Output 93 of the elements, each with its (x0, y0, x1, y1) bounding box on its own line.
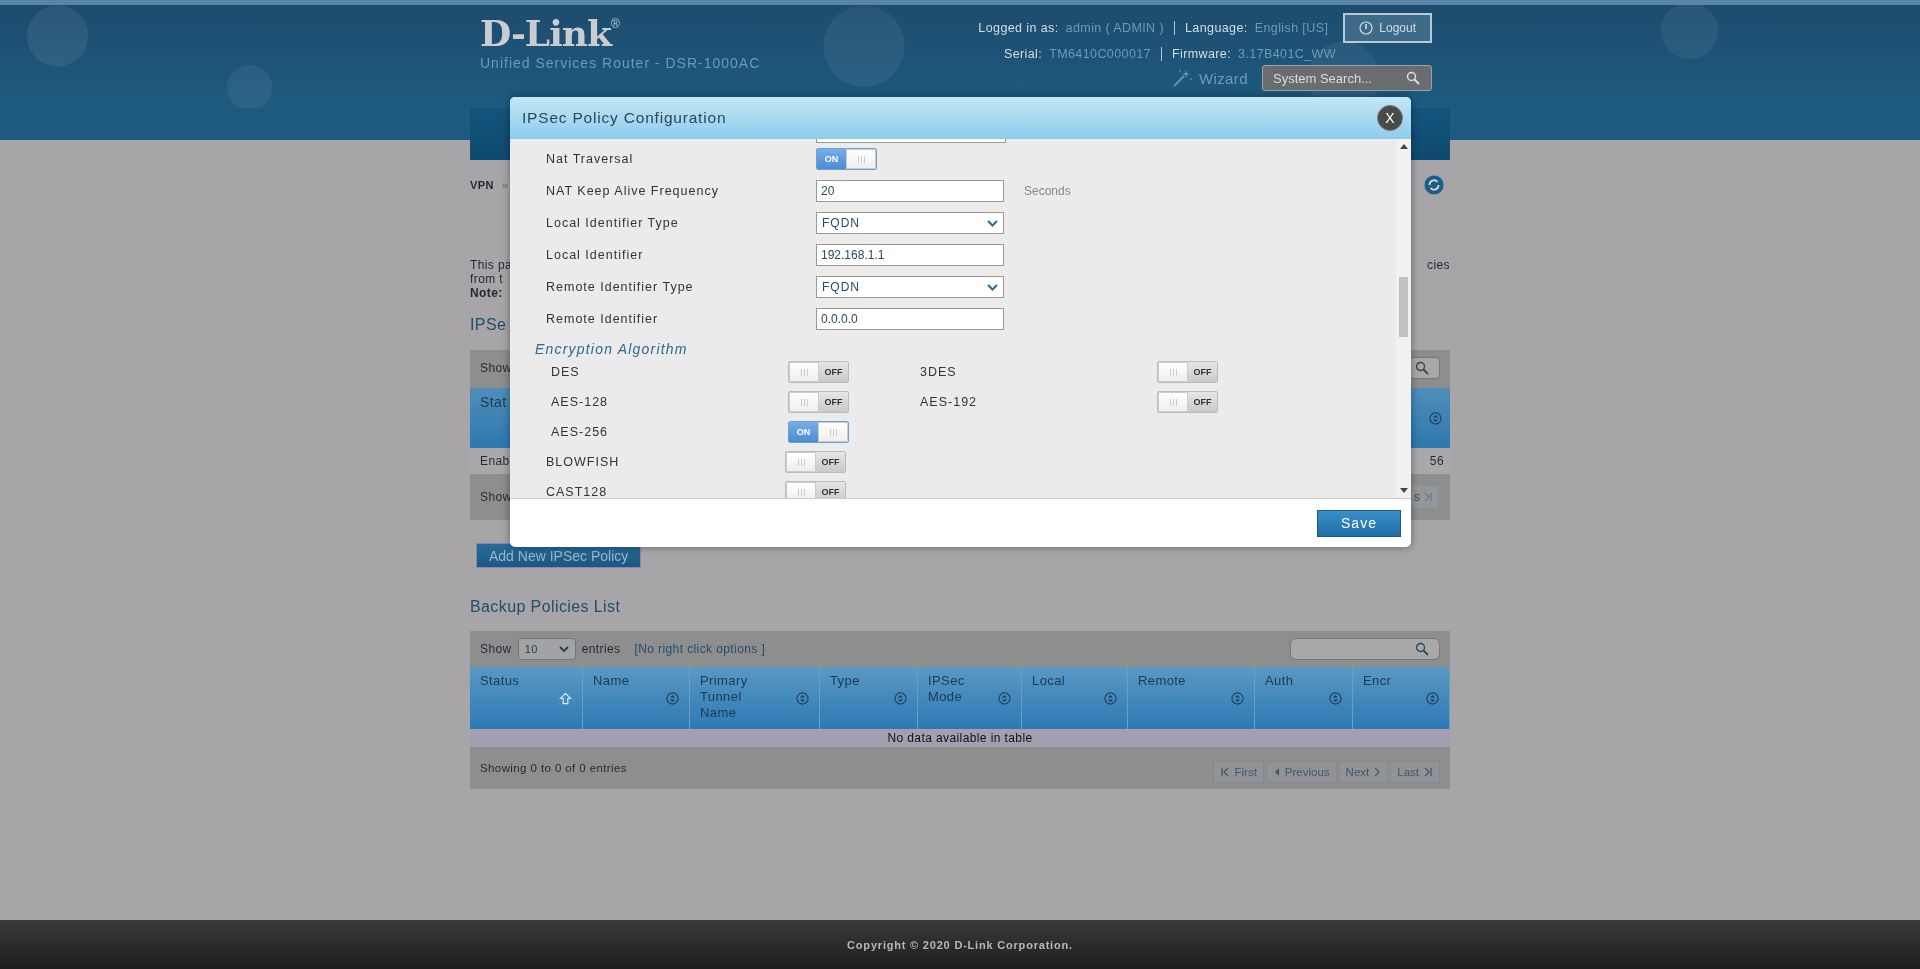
search-icon (1415, 642, 1429, 656)
algorithm-label: BLOWFISH (546, 455, 621, 469)
dialog-title: IPSec Policy Configuration (522, 109, 727, 127)
next-icon (1373, 767, 1382, 777)
scroll-up-icon[interactable] (1399, 143, 1408, 149)
sort-icon[interactable] (894, 692, 907, 705)
intro-text: cies (1427, 258, 1450, 272)
input-field[interactable]: 20 (816, 180, 1004, 202)
algorithm-label: DES (551, 365, 581, 379)
save-button[interactable]: Save (1317, 509, 1401, 537)
toggle-switch[interactable]: OFF (1157, 391, 1218, 413)
scrollbar[interactable] (1396, 139, 1411, 498)
sort-icon[interactable] (998, 692, 1011, 705)
toggle-switch[interactable]: ON (816, 148, 877, 170)
toggle-switch[interactable]: OFF (788, 361, 849, 383)
show-label: Show (480, 642, 512, 656)
field-label: NAT Keep Alive Frequency (546, 184, 720, 198)
chevron-down-icon (987, 283, 998, 291)
user-name: admin ( ADMIN ) (1065, 21, 1164, 35)
field-label: Local Identifier Type (546, 216, 680, 230)
section-title: Backup Policies List (470, 598, 621, 617)
field-label: Remote Identifier (546, 312, 660, 326)
section-heading: Encryption Algorithm (535, 341, 689, 357)
algorithm-label: 3DES (920, 365, 958, 379)
brand-logo: D-Link (480, 13, 611, 53)
toggle-switch[interactable]: OFF (1157, 361, 1218, 383)
column-header[interactable]: Stat (480, 394, 507, 448)
search-icon (1406, 71, 1420, 85)
refresh-icon[interactable] (1423, 174, 1445, 196)
intro-text: from t (470, 272, 504, 286)
sort-icon[interactable] (1329, 692, 1342, 705)
hint-text: [No right click options ] (634, 642, 766, 656)
logged-in-label: Logged in as: (978, 21, 1059, 35)
first-page-icon (1220, 767, 1231, 777)
sort-icon[interactable] (796, 692, 809, 705)
algorithm-label: AES-192 (920, 395, 979, 409)
entries-label: entries (581, 642, 621, 656)
chevron-down-icon (987, 219, 998, 227)
sort-up-icon[interactable] (559, 692, 572, 705)
logout-button[interactable]: Logout (1343, 13, 1432, 43)
page-size-select[interactable]: 10 (517, 638, 576, 660)
algorithm-label: CAST128 (546, 485, 609, 498)
product-subtitle: Unified Services Router - DSR-1000AC (480, 55, 761, 71)
chevron-down-icon (558, 645, 569, 653)
toggle-switch[interactable]: OFF (788, 391, 849, 413)
scroll-down-icon[interactable] (1399, 488, 1408, 494)
pager-button[interactable]: s (1409, 486, 1438, 508)
language-label: Language: (1185, 21, 1248, 35)
sort-icon[interactable] (666, 692, 679, 705)
input-field[interactable]: 0.0.0.0 (816, 308, 1004, 330)
power-icon (1359, 21, 1374, 35)
empty-table-message: No data available in table (470, 729, 1450, 747)
wizard-link[interactable]: Wizard (1170, 68, 1248, 88)
intro-text: Note: (470, 286, 503, 300)
show-label: Show (480, 361, 512, 375)
last-page-icon (1423, 492, 1433, 502)
scroll-thumb[interactable] (1399, 277, 1408, 337)
dropdown-select[interactable]: FQDN (816, 276, 1004, 298)
unit-label: Seconds (1024, 184, 1071, 198)
close-button[interactable]: X (1377, 105, 1403, 131)
sort-icon[interactable] (1231, 692, 1244, 705)
trademark-symbol: ® (610, 17, 621, 31)
field-label: Remote Identifier Type (546, 280, 695, 294)
table-info: Show (480, 490, 512, 504)
field-label: Local Identifier (546, 248, 645, 262)
search-field[interactable] (1290, 638, 1440, 660)
field-label: Nat Traversal (546, 152, 635, 166)
section-title: IPSe (470, 316, 507, 335)
search-icon (1415, 361, 1429, 375)
language-link[interactable]: English [US] (1254, 21, 1329, 35)
sort-icon[interactable] (1429, 412, 1442, 425)
input-field[interactable] (816, 139, 1006, 143)
sort-icon[interactable] (1104, 692, 1117, 705)
serial-label: Serial: (1003, 47, 1043, 61)
toggle-switch[interactable]: ON (788, 421, 849, 443)
toggle-switch[interactable]: OFF (785, 451, 846, 473)
table-info: Showing 0 to 0 of 0 entries (480, 762, 627, 774)
algorithm-label: AES-128 (551, 395, 610, 409)
sort-icon[interactable] (1426, 692, 1439, 705)
input-field[interactable]: 192.168.1.1 (816, 244, 1004, 266)
firmware-label: Firmware: (1171, 47, 1232, 61)
toggle-switch[interactable]: OFF (785, 481, 846, 498)
algorithm-label: AES-256 (551, 425, 610, 439)
table-cell: Enab (480, 454, 510, 468)
serial-number: TM6410C000017 (1049, 47, 1151, 61)
table-cell: 56 (1429, 454, 1444, 468)
breadcrumb-separator: » (501, 179, 509, 191)
copyright-text: Copyright © 2020 D-Link Corporation. (847, 938, 1073, 951)
breadcrumb-link[interactable]: VPN (470, 179, 494, 191)
dropdown-select[interactable]: FQDN (816, 212, 1004, 234)
last-page-icon (1423, 767, 1433, 777)
system-search-field[interactable]: System Search... (1262, 65, 1432, 91)
firmware-version: 3.17B401C_WW (1238, 47, 1336, 61)
